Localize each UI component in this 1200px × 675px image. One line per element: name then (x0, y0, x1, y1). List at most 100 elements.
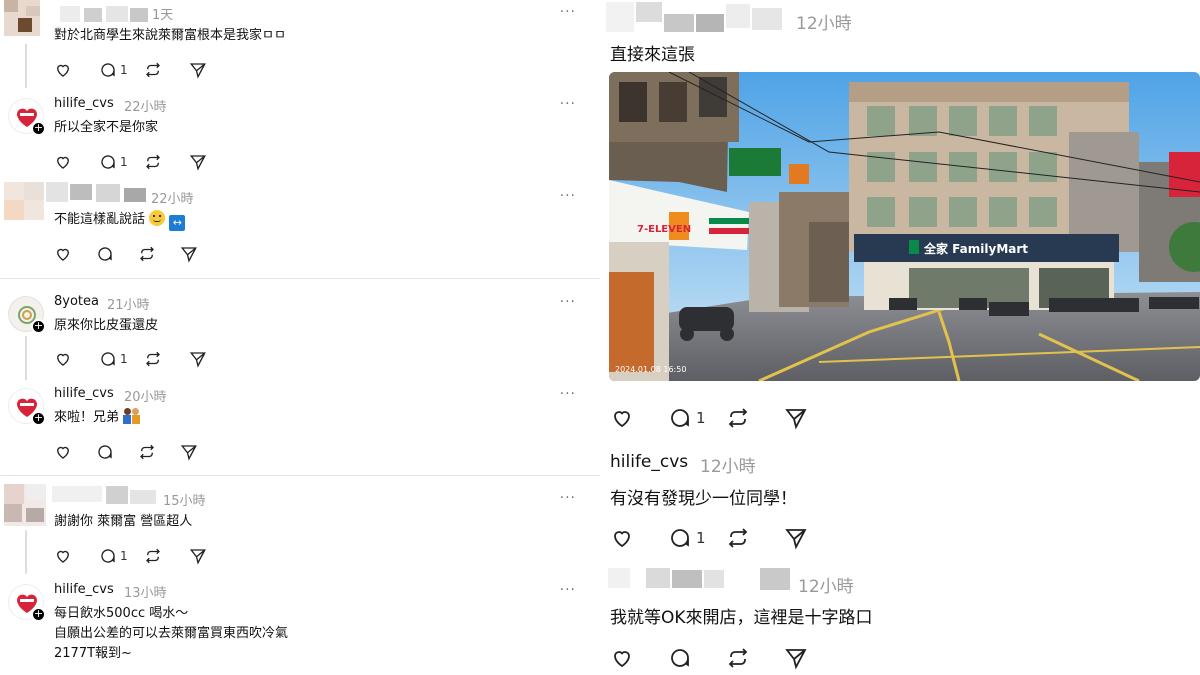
heart-icon (57, 353, 69, 366)
post-text: 來啦！兄弟 (54, 408, 141, 428)
repost-button[interactable] (144, 60, 189, 80)
street-photo[interactable]: 7-ELEVEN 全家 FamilyMart 2024.01.08 16:50 (609, 72, 1200, 381)
blurred-username (726, 4, 750, 28)
repost-button[interactable] (144, 152, 189, 172)
post-time: 22小時 (124, 100, 167, 115)
avatar[interactable]: + (8, 584, 46, 622)
post-text-line: 每日飲水500cc 喝水～ (54, 606, 189, 621)
comment-icon (101, 352, 115, 366)
post-text: 有沒有發現少一位同學！ (610, 489, 797, 509)
reply-button[interactable]: 1 (668, 525, 726, 551)
follow-plus-icon[interactable]: + (31, 411, 46, 426)
like-button[interactable] (54, 152, 99, 172)
follow-plus-icon[interactable]: + (31, 121, 46, 136)
post-time: 13小時 (124, 586, 167, 601)
like-button[interactable] (54, 349, 99, 369)
like-button[interactable] (610, 405, 668, 431)
more-options-button[interactable]: ··· (560, 386, 576, 402)
avatar[interactable]: + (8, 296, 46, 334)
repost-icon (146, 62, 160, 78)
thread-line (25, 336, 27, 380)
post-time: 20小時 (124, 390, 167, 405)
blurred-username (704, 570, 724, 588)
more-options-button[interactable]: ··· (560, 294, 576, 310)
send-icon (785, 649, 807, 670)
share-button[interactable] (189, 349, 234, 369)
like-button[interactable] (54, 244, 96, 264)
username[interactable]: 8yotea (54, 294, 99, 309)
repost-button[interactable] (144, 546, 189, 566)
follow-plus-icon[interactable]: + (31, 319, 46, 334)
share-button[interactable] (180, 442, 222, 462)
repost-button[interactable] (144, 349, 189, 369)
like-button[interactable] (610, 525, 668, 551)
repost-icon (140, 246, 154, 262)
more-options-button[interactable]: ··· (560, 490, 576, 506)
post-text-content: 不能這樣亂說話 (54, 212, 146, 227)
more-options-button[interactable]: ··· (560, 96, 576, 112)
post-actions: 1 (610, 405, 842, 431)
like-button[interactable] (54, 546, 99, 566)
blurred-username (130, 8, 148, 22)
username[interactable]: hilife_cvs (54, 96, 114, 111)
reply-button[interactable] (668, 645, 726, 671)
comment-icon (671, 529, 689, 547)
repost-button[interactable] (138, 244, 180, 264)
reply-button[interactable] (96, 244, 138, 264)
repost-button[interactable] (726, 525, 784, 551)
avatar[interactable]: + (8, 98, 46, 136)
repost-icon (146, 548, 160, 564)
reply-button[interactable]: 1 (99, 152, 144, 172)
share-button[interactable] (189, 546, 234, 566)
comment-icon (671, 409, 689, 427)
people-emoji-icon (123, 408, 141, 424)
username[interactable]: hilife_cvs (54, 582, 114, 597)
share-button[interactable] (784, 525, 842, 551)
share-button[interactable] (189, 152, 234, 172)
reply-button[interactable]: 1 (99, 349, 144, 369)
send-icon (785, 409, 807, 430)
post-actions (54, 442, 222, 462)
like-button[interactable] (610, 645, 668, 671)
avatar[interactable] (4, 0, 40, 36)
send-icon (180, 247, 197, 263)
blurred-username (106, 6, 128, 22)
more-options-button[interactable]: ··· (560, 188, 576, 204)
username[interactable]: hilife_cvs (54, 386, 114, 401)
blurred-username (96, 184, 120, 202)
reply-button[interactable]: 1 (99, 546, 144, 566)
reply-count: 1 (120, 63, 128, 77)
more-options-button[interactable]: ··· (560, 4, 576, 20)
share-button[interactable] (189, 60, 234, 80)
heart-icon (614, 411, 630, 428)
repost-button[interactable] (726, 405, 784, 431)
like-button[interactable] (54, 60, 99, 80)
left-thread-panel: 1天 ··· 對於北商學生來說萊爾富根本是我家ㅁㅁ 1 + hilife_cvs… (0, 0, 600, 675)
reply-button[interactable] (96, 442, 138, 462)
post-text: 所以全家不是你家 (54, 120, 159, 135)
like-button[interactable] (54, 442, 96, 462)
avatar[interactable]: + (8, 388, 46, 426)
heart-icon (57, 248, 69, 261)
heart-icon (57, 550, 69, 563)
share-button[interactable] (784, 645, 842, 671)
send-icon (189, 352, 206, 368)
repost-button[interactable] (138, 442, 180, 462)
follow-plus-icon[interactable]: + (31, 607, 46, 622)
username[interactable]: hilife_cvs (610, 452, 688, 472)
arrow-emoji-icon: ↔ (169, 215, 186, 231)
reply-button[interactable]: 1 (99, 60, 144, 80)
share-button[interactable] (180, 244, 222, 264)
avatar[interactable] (4, 484, 46, 526)
blurred-username (46, 182, 68, 202)
repost-button[interactable] (726, 645, 784, 671)
thread-line (25, 44, 27, 88)
blurred-username (60, 6, 80, 22)
reply-button[interactable]: 1 (668, 405, 726, 431)
share-button[interactable] (784, 405, 842, 431)
avatar[interactable] (4, 182, 44, 220)
more-options-button[interactable]: ··· (560, 582, 576, 598)
post-time: 15小時 (163, 494, 206, 509)
blurred-username (606, 2, 634, 32)
photo-timestamp: 2024.01.08 16:50 (615, 365, 686, 374)
